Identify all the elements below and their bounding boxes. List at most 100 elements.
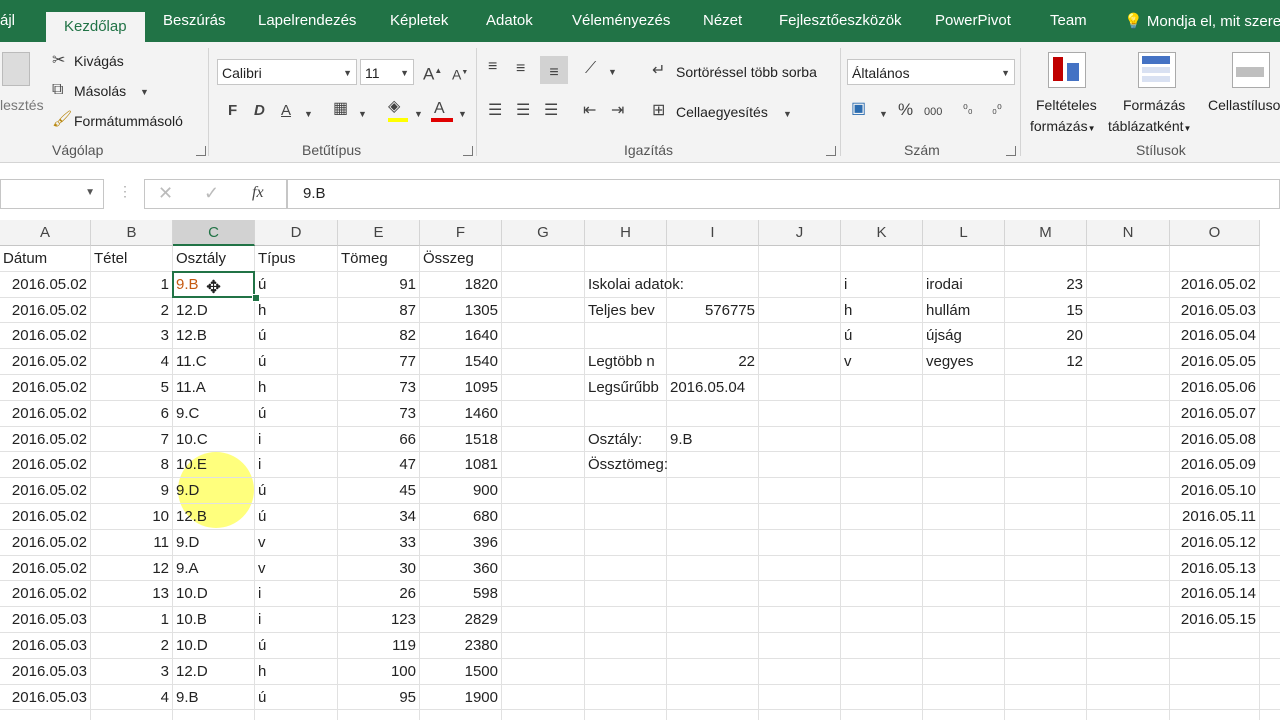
densest-value[interactable]: 2016.05.04 (667, 375, 759, 401)
class-cell[interactable]: 12.B (173, 323, 255, 349)
mass-cell[interactable]: 26 (338, 581, 420, 607)
column-header-d[interactable]: D (255, 220, 338, 246)
amount-cell[interactable]: 1305 (420, 298, 502, 324)
increase-decimal-icon[interactable]: ⁰₀ (963, 100, 973, 118)
header-cell[interactable]: Dátum (0, 246, 91, 272)
class-cell[interactable]: 12.B (173, 504, 255, 530)
cancel-icon[interactable]: ✕ (158, 183, 173, 204)
class-cell[interactable]: 10.B (173, 607, 255, 633)
type-cell[interactable]: h (255, 298, 338, 324)
date-list-cell[interactable]: 2016.05.14 (1170, 581, 1260, 607)
item-cell[interactable]: 3 (91, 659, 173, 685)
item-cell[interactable]: 2 (91, 298, 173, 324)
amount-cell[interactable]: 1540 (420, 349, 502, 375)
format-as-table-label[interactable]: Formázás (1123, 97, 1185, 113)
type-name-cell[interactable]: vegyes (923, 349, 1005, 375)
type-name-cell[interactable]: újság (923, 323, 1005, 349)
date-cell[interactable]: 2016.05.02 (0, 452, 91, 478)
type-cell[interactable]: i (255, 581, 338, 607)
date-cell[interactable]: 2016.05.02 (0, 581, 91, 607)
tab-powerpivot[interactable]: PowerPivot (935, 12, 1011, 29)
mass-cell[interactable]: 95 (338, 685, 420, 711)
align-right-icon[interactable]: ☰ (544, 102, 558, 120)
column-header-g[interactable]: G (502, 220, 585, 246)
column-header-h[interactable]: H (585, 220, 667, 246)
mass-cell[interactable]: 119 (338, 633, 420, 659)
wrap-text-button[interactable]: Sortöréssel több sorba (676, 64, 817, 80)
item-cell[interactable]: 1 (91, 272, 173, 298)
orientation-icon[interactable]: ⟋ (585, 60, 596, 78)
cut-button[interactable]: Kivágás (74, 53, 124, 69)
type-code-cell[interactable]: h (841, 298, 923, 324)
item-cell[interactable]: 3 (91, 323, 173, 349)
amount-cell[interactable]: 360 (420, 556, 502, 582)
tell-me-box[interactable]: 💡 Mondja el, mit szere (1124, 12, 1280, 30)
formula-bar-grip-icon[interactable]: ⋮ (118, 183, 132, 200)
date-cell[interactable]: 2016.05.02 (0, 556, 91, 582)
date-cell[interactable]: 2016.05.03 (0, 685, 91, 711)
date-list-cell[interactable]: 2016.05.03 (1170, 298, 1260, 324)
column-header-e[interactable]: E (338, 220, 420, 246)
type-cell[interactable]: ú (255, 633, 338, 659)
amount-cell[interactable]: 1820 (420, 272, 502, 298)
orientation-dropdown-icon[interactable]: ▼ (608, 63, 617, 81)
thousands-button[interactable]: 000 (924, 103, 942, 121)
mass-cell[interactable]: 73 (338, 401, 420, 427)
date-cell[interactable]: 2016.05.03 (0, 633, 91, 659)
mass-cell[interactable]: 73 (338, 375, 420, 401)
date-list-cell[interactable]: 2016.05.08 (1170, 427, 1260, 453)
shrink-font-icon[interactable]: A▼ (452, 64, 468, 84)
type-cell[interactable]: ú (255, 323, 338, 349)
amount-cell[interactable]: 396 (420, 530, 502, 556)
column-header-m[interactable]: M (1005, 220, 1087, 246)
cell-styles-icon[interactable] (1232, 52, 1270, 88)
mass-cell[interactable]: 100 (338, 659, 420, 685)
column-header-b[interactable]: B (91, 220, 173, 246)
item-cell[interactable]: 9 (91, 478, 173, 504)
date-list-cell[interactable]: 2016.05.06 (1170, 375, 1260, 401)
amount-cell[interactable]: 1640 (420, 323, 502, 349)
type-cell[interactable]: ú (255, 478, 338, 504)
borders-icon[interactable]: ▦ (333, 100, 348, 118)
grow-font-icon[interactable]: A▲ (423, 62, 442, 84)
date-list-cell[interactable]: 2016.05.12 (1170, 530, 1260, 556)
amount-cell[interactable]: 1518 (420, 427, 502, 453)
amount-cell[interactable]: 1460 (420, 401, 502, 427)
class-cell[interactable]: 12.D (173, 659, 255, 685)
copy-button[interactable]: Másolás (74, 83, 126, 99)
item-cell[interactable]: 4 (91, 349, 173, 375)
type-cell[interactable]: i (255, 427, 338, 453)
amount-cell[interactable]: 680 (420, 504, 502, 530)
column-header-f[interactable]: F (420, 220, 502, 246)
percent-button[interactable]: % (898, 101, 913, 119)
column-header-o[interactable]: O (1170, 220, 1260, 246)
amount-cell[interactable]: 900 (420, 478, 502, 504)
merge-dropdown-icon[interactable]: ▼ (783, 105, 792, 123)
most-value[interactable]: 22 (667, 349, 759, 375)
fill-color-icon[interactable]: ◈ (388, 98, 400, 116)
align-bottom-icon[interactable]: ≡ (540, 56, 568, 84)
date-cell[interactable]: 2016.05.03 (0, 659, 91, 685)
date-cell[interactable]: 2016.05.02 (0, 375, 91, 401)
date-list-cell[interactable]: 2016.05.05 (1170, 349, 1260, 375)
mass-cell[interactable]: 66 (338, 427, 420, 453)
currency-icon[interactable]: ▣ (851, 100, 866, 118)
date-list-cell[interactable]: 2016.05.07 (1170, 401, 1260, 427)
tab-file[interactable]: ájl (0, 12, 15, 29)
clipboard-launcher-icon[interactable] (196, 146, 206, 156)
class-cell[interactable]: 11.A (173, 375, 255, 401)
class-label[interactable]: Osztály: (585, 427, 667, 453)
item-cell[interactable]: 2 (91, 633, 173, 659)
increase-indent-icon[interactable]: ⇥ (611, 102, 624, 120)
amount-cell[interactable]: 598 (420, 581, 502, 607)
class-cell[interactable]: 9.D (173, 530, 255, 556)
mass-cell[interactable]: 82 (338, 323, 420, 349)
mass-label[interactable]: Össztömeg: (585, 452, 760, 478)
class-cell[interactable]: 9.C (173, 401, 255, 427)
type-cell[interactable]: v (255, 530, 338, 556)
column-header-c[interactable]: C (173, 220, 255, 246)
merge-button[interactable]: Cellaegyesítés (676, 104, 768, 120)
type-count-cell[interactable]: 23 (1005, 272, 1087, 298)
type-cell[interactable]: ú (255, 504, 338, 530)
amount-cell[interactable]: 2380 (420, 633, 502, 659)
